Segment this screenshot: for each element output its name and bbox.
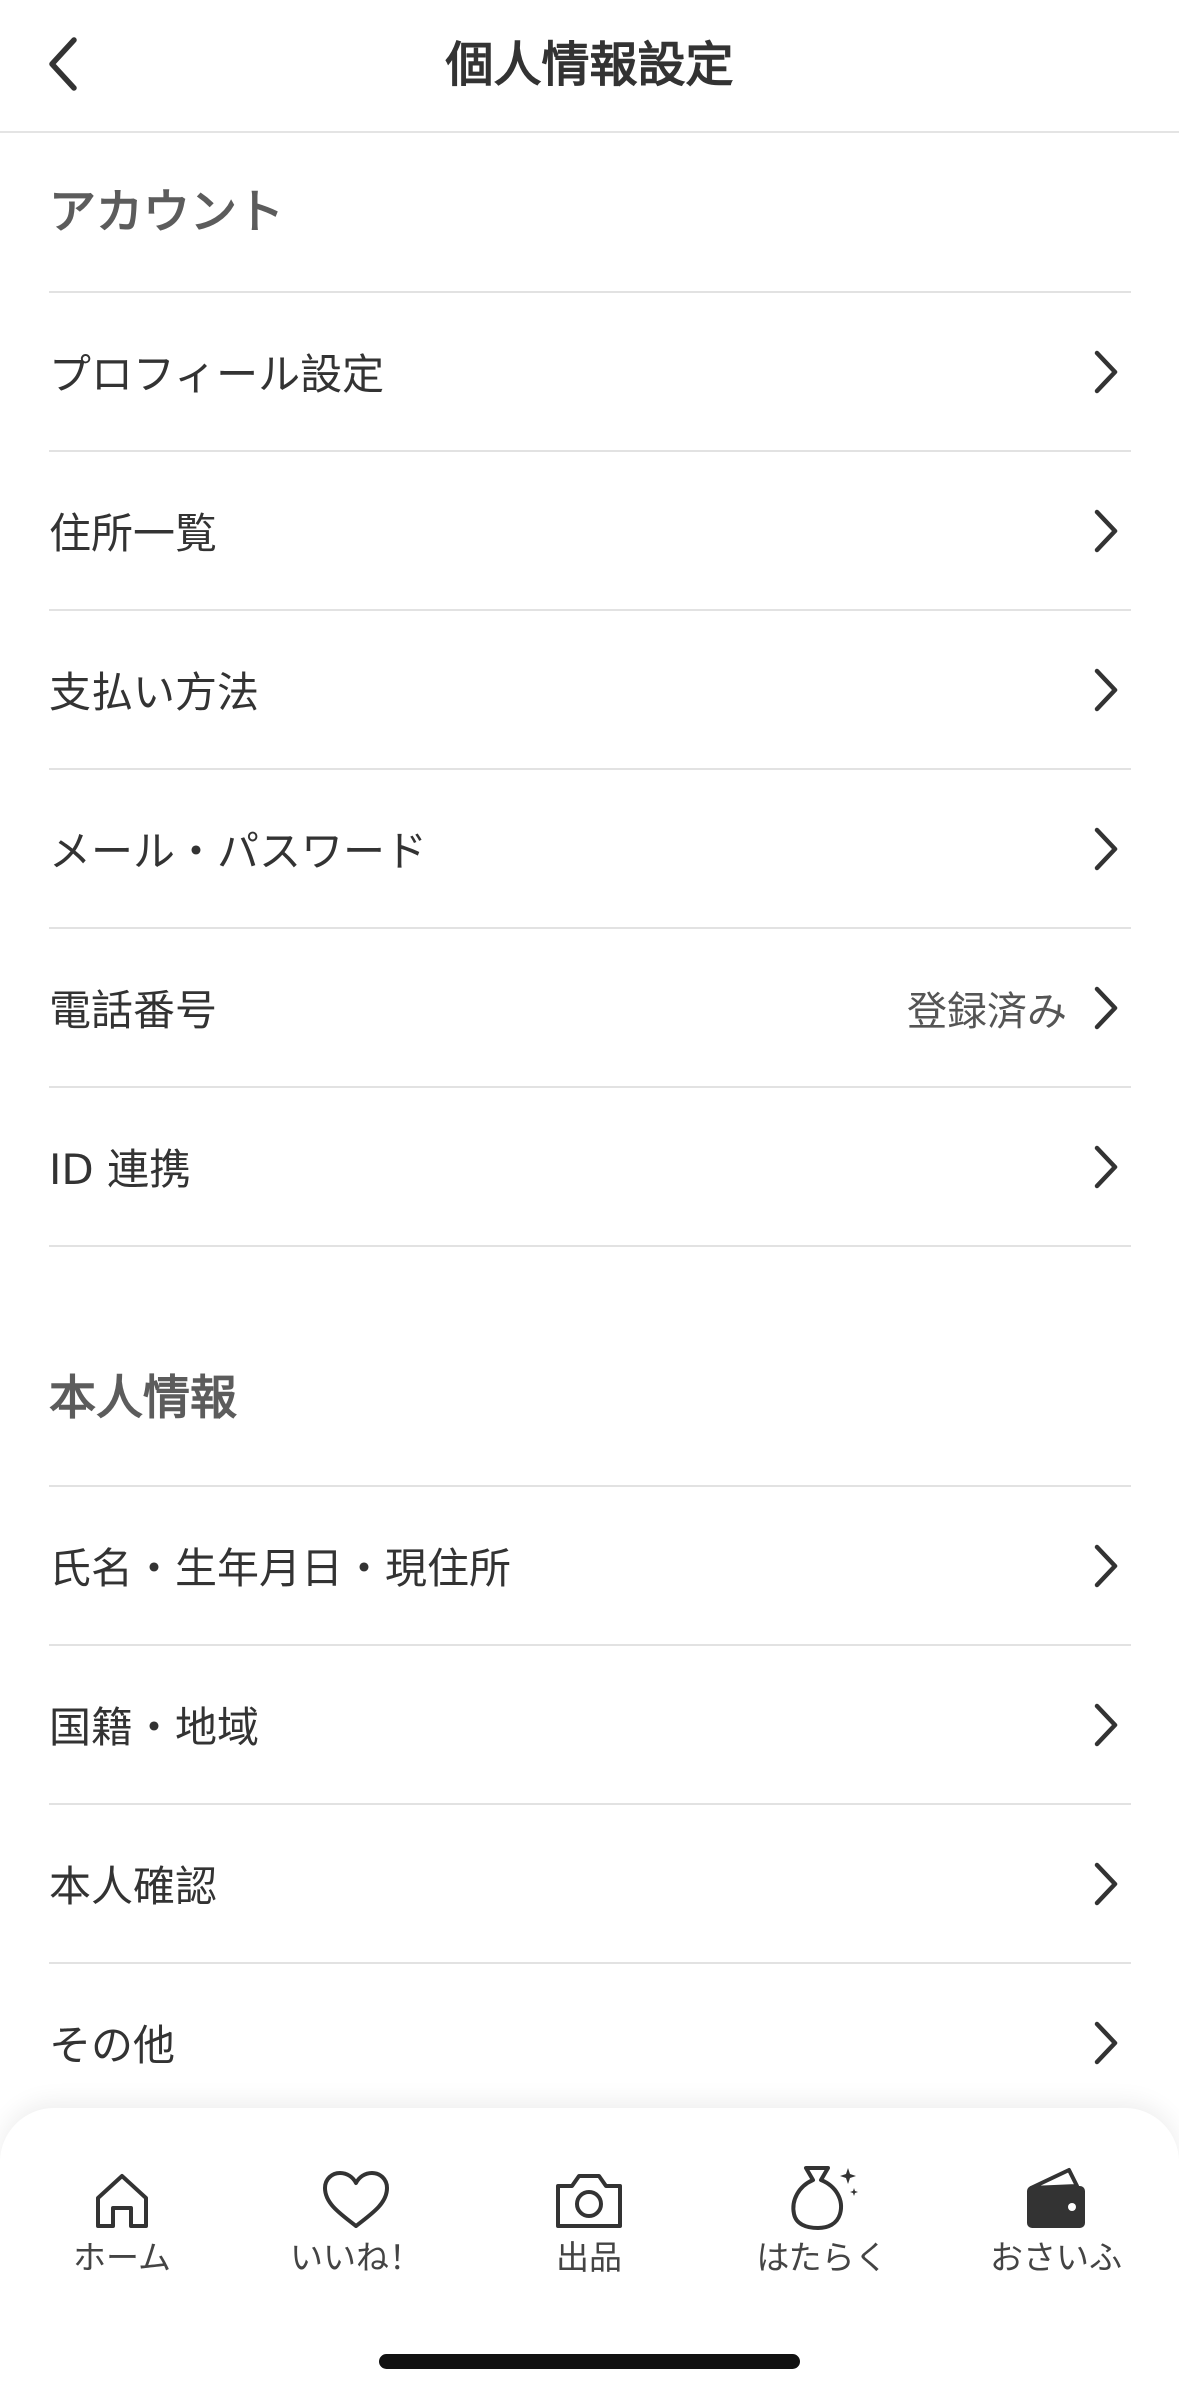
- row-identity-verification[interactable]: 本人確認: [49, 1805, 1131, 1964]
- row-label: 国籍・地域: [49, 1703, 260, 1752]
- chevron-right-icon: [1089, 1700, 1123, 1750]
- tab-sell[interactable]: 出品: [489, 2158, 689, 2288]
- chevron-right-icon: [1089, 1142, 1123, 1192]
- row-email-password[interactable]: メール・パスワード: [49, 770, 1131, 929]
- chevron-right-icon: [1089, 665, 1123, 715]
- chevron-right-icon: [1089, 824, 1123, 874]
- home-icon: [22, 2158, 222, 2232]
- header-bar: 個人情報設定: [0, 0, 1179, 133]
- chevron-right-icon: [1089, 347, 1123, 397]
- tab-wallet[interactable]: おさいふ: [956, 2158, 1156, 2288]
- row-label: ID 連携: [49, 1145, 192, 1194]
- section-title-personal-info: 本人情報: [49, 1279, 1131, 1487]
- row-label: 電話番号: [49, 986, 218, 1035]
- settings-list: アカウント プロフィール設定 住所一覧 支払い方法 メール・パスワード 電話番号…: [0, 133, 1179, 2123]
- camera-icon: [489, 2158, 689, 2232]
- money-bag-icon: [722, 2158, 922, 2232]
- page-title: 個人情報設定: [445, 37, 734, 93]
- heart-icon: [256, 2158, 456, 2232]
- row-address-list[interactable]: 住所一覧: [49, 452, 1131, 611]
- wallet-icon: [956, 2158, 1156, 2232]
- chevron-right-icon: [1089, 2018, 1123, 2068]
- row-other[interactable]: その他: [49, 1964, 1131, 2123]
- tab-label: ホーム: [72, 2238, 171, 2277]
- tab-home[interactable]: ホーム: [22, 2158, 222, 2288]
- row-nationality-region[interactable]: 国籍・地域: [49, 1646, 1131, 1805]
- section-title-account: アカウント: [49, 133, 1131, 293]
- tab-label: はたらく: [756, 2238, 888, 2277]
- tab-label: いいね！: [290, 2238, 422, 2277]
- chevron-right-icon: [1089, 983, 1123, 1033]
- row-phone-number[interactable]: 電話番号 登録済み: [49, 929, 1131, 1088]
- row-label: 本人確認: [49, 1862, 218, 1911]
- chevron-right-icon: [1089, 1541, 1123, 1591]
- bottom-tab-bar: ホーム いいね！ 出品 はたらく おさいふ: [0, 2108, 1179, 2396]
- row-profile-settings[interactable]: プロフィール設定: [49, 293, 1131, 452]
- chevron-right-icon: [1089, 506, 1123, 556]
- home-indicator: [379, 2354, 800, 2369]
- row-label: 支払い方法: [49, 668, 260, 717]
- tab-likes[interactable]: いいね！: [256, 2158, 456, 2288]
- status-text-registered: 登録済み: [907, 988, 1067, 1035]
- row-label: 住所一覧: [49, 509, 218, 558]
- row-label: メール・パスワード: [49, 827, 428, 876]
- row-payment-method[interactable]: 支払い方法: [49, 611, 1131, 770]
- row-name-birthdate-address[interactable]: 氏名・生年月日・現住所: [49, 1487, 1131, 1646]
- chevron-right-icon: [1089, 1859, 1123, 1909]
- tab-label: おさいふ: [990, 2238, 1122, 2277]
- tab-work[interactable]: はたらく: [722, 2158, 922, 2288]
- tab-label: 出品: [556, 2238, 622, 2277]
- row-label: 氏名・生年月日・現住所: [49, 1544, 512, 1593]
- row-id-link[interactable]: ID 連携: [49, 1088, 1131, 1247]
- row-label: プロフィール設定: [49, 350, 385, 399]
- row-label: その他: [49, 2021, 176, 2070]
